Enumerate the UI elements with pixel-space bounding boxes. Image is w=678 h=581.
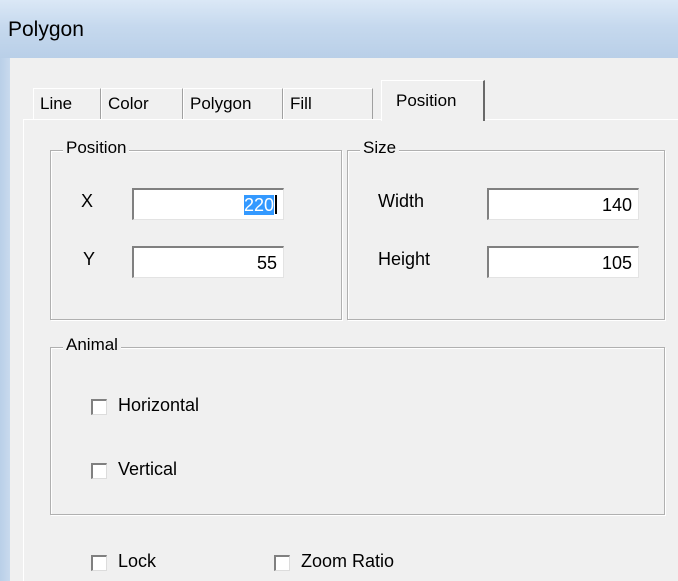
- horizontal-checkbox[interactable]: [91, 399, 107, 415]
- vertical-checkbox[interactable]: [91, 463, 107, 479]
- y-label: Y: [83, 249, 96, 269]
- horizontal-label[interactable]: Horizontal: [118, 395, 199, 416]
- size-group: Size Width 140 Height 105: [347, 138, 665, 320]
- height-input[interactable]: 105: [487, 246, 639, 278]
- tab-fill[interactable]: Fill: [283, 88, 373, 120]
- y-input[interactable]: 55: [132, 246, 284, 278]
- position-group-label: Position: [63, 138, 130, 158]
- lock-checkbox[interactable]: [91, 555, 107, 571]
- x-input[interactable]: 220: [132, 188, 284, 220]
- text-caret: [275, 195, 277, 214]
- x-label: X: [81, 191, 94, 211]
- animal-group-label: Animal: [63, 335, 121, 355]
- size-group-label: Size: [360, 138, 400, 158]
- title-bar[interactable]: Polygon: [0, 0, 678, 58]
- x-value: 220: [243, 195, 274, 215]
- tab-position[interactable]: Position: [381, 80, 485, 121]
- lock-label[interactable]: Lock: [118, 551, 156, 572]
- zoom-ratio-label[interactable]: Zoom Ratio: [301, 551, 394, 572]
- width-input[interactable]: 140: [487, 188, 639, 220]
- zoom-ratio-checkbox[interactable]: [274, 555, 290, 571]
- window-frame: [0, 58, 10, 581]
- position-group: Position X 220 Y 55: [50, 138, 342, 320]
- height-label: Height: [378, 249, 431, 269]
- window-title: Polygon: [8, 18, 84, 41]
- vertical-label[interactable]: Vertical: [118, 459, 177, 480]
- tab-line[interactable]: Line: [33, 88, 101, 120]
- position-tab-panel: Position X 220 Y 55 Size Width 140 Heigh…: [23, 119, 678, 581]
- tab-color[interactable]: Color: [101, 88, 183, 120]
- dialog-body: Line Color Polygon Fill Position Positio…: [10, 58, 678, 581]
- tab-polygon[interactable]: Polygon: [183, 88, 283, 120]
- animal-group: Animal Horizontal Vertical: [50, 335, 665, 515]
- width-label: Width: [378, 191, 425, 211]
